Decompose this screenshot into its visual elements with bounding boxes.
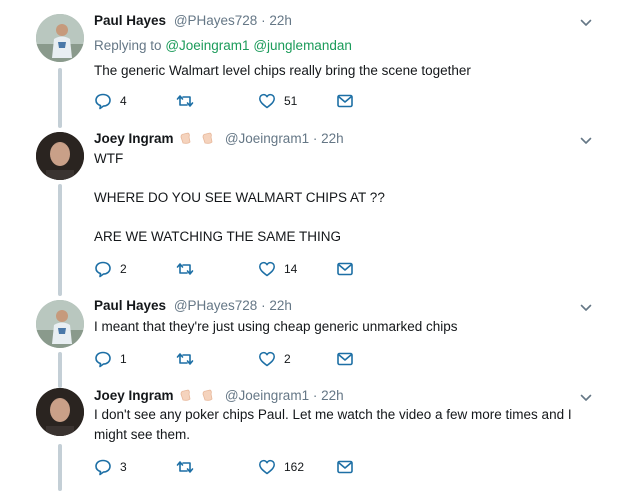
reply-icon xyxy=(95,351,111,368)
avatar[interactable] xyxy=(36,132,84,180)
author-handle[interactable]: @Joeingram1 xyxy=(225,388,309,403)
retweet-button[interactable] xyxy=(176,259,194,279)
author-handle[interactable]: @PHayes728 xyxy=(174,298,258,313)
tweet-text: WTF WHERE DO YOU SEE WALMART CHIPS AT ??… xyxy=(94,149,594,247)
envelope-icon xyxy=(337,94,353,108)
heart-icon xyxy=(259,459,275,475)
author-name[interactable]: Paul Hayes xyxy=(94,13,166,28)
chevron-down-icon[interactable] xyxy=(580,135,592,147)
retweet-icon xyxy=(176,353,194,365)
reply-count: 2 xyxy=(120,262,127,276)
separator-dot: · xyxy=(312,388,318,403)
envelope-icon xyxy=(337,352,353,366)
direct-message-button[interactable] xyxy=(336,457,354,477)
avatar[interactable] xyxy=(36,14,84,62)
tweet-actions: 3 162 xyxy=(94,457,374,477)
reply-count: 4 xyxy=(120,94,127,108)
reply-icon xyxy=(95,261,111,278)
retweet-button[interactable] xyxy=(176,91,194,111)
heart-icon xyxy=(259,261,275,277)
like-count: 14 xyxy=(284,262,298,276)
like-count: 2 xyxy=(284,352,291,366)
retweet-icon xyxy=(176,263,194,275)
like-button[interactable]: 2 xyxy=(258,349,291,369)
reply-button[interactable]: 2 xyxy=(94,259,127,279)
reply-icon xyxy=(95,93,111,110)
direct-message-button[interactable] xyxy=(336,349,354,369)
clapping-hands-emoji xyxy=(180,132,191,144)
tweet-text-line: WHERE DO YOU SEE WALMART CHIPS AT ?? xyxy=(94,190,385,205)
replying-prefix: Replying to xyxy=(94,38,162,53)
tweet-text-line xyxy=(94,208,594,228)
like-button[interactable]: 14 xyxy=(258,259,297,279)
retweet-button[interactable] xyxy=(176,457,194,477)
like-button[interactable]: 162 xyxy=(258,457,304,477)
tweet-text-line: WTF xyxy=(94,151,124,166)
avatar[interactable] xyxy=(36,388,84,436)
reply-icon xyxy=(95,459,111,476)
reply-button[interactable]: 4 xyxy=(94,91,127,111)
retweet-button[interactable] xyxy=(176,349,194,369)
heart-icon xyxy=(259,351,275,367)
tweet-text: I meant that they're just using cheap ge… xyxy=(94,317,594,337)
tweet[interactable]: Joey Ingram @Joeingram1 · 22h I don't se… xyxy=(0,382,634,491)
author-name[interactable]: Joey Ingram xyxy=(94,388,174,403)
envelope-icon xyxy=(337,460,353,474)
reply-button[interactable]: 3 xyxy=(94,457,127,477)
tweet-actions: 1 2 xyxy=(94,349,374,369)
chevron-down-icon[interactable] xyxy=(580,17,592,29)
separator-dot: · xyxy=(261,13,266,28)
tweet[interactable]: Paul Hayes @PHayes728 · 22h Replying to … xyxy=(0,0,634,122)
tweet-actions: 4 51 xyxy=(94,91,374,111)
timestamp[interactable]: 22h xyxy=(269,298,292,313)
like-count: 162 xyxy=(284,460,305,474)
tweet-text-line: ARE WE WATCHING THE SAME THING xyxy=(94,229,342,244)
author-handle[interactable]: @Joeingram1 xyxy=(225,131,309,146)
tweet-actions: 2 14 xyxy=(94,259,374,279)
tweet-text: The generic Walmart level chips really b… xyxy=(94,61,594,81)
tweet-text-line: I meant that they're just using cheap ge… xyxy=(94,319,458,334)
author-handle[interactable]: @PHayes728 xyxy=(174,13,258,28)
tweet-text-line: might see them. xyxy=(94,426,191,442)
reply-button[interactable]: 1 xyxy=(94,349,127,369)
chevron-down-icon[interactable] xyxy=(580,302,592,314)
tweet[interactable]: Paul Hayes @PHayes728 · 22h I meant that… xyxy=(0,292,634,382)
clapping-hands-emoji xyxy=(180,389,191,401)
mention-link[interactable]: @junglemandan xyxy=(253,38,352,53)
direct-message-button[interactable] xyxy=(336,91,354,111)
timestamp[interactable]: 22h xyxy=(269,13,292,28)
separator-dot: · xyxy=(312,131,318,146)
like-button[interactable]: 51 xyxy=(258,91,297,111)
tweet-text-line: The generic Walmart level chips really b… xyxy=(94,63,471,78)
heart-icon xyxy=(259,93,275,109)
clapping-hands-emoji xyxy=(202,389,213,401)
replying-to: Replying to @Joeingram1 @junglemandan xyxy=(94,38,352,53)
tweet[interactable]: Joey Ingram @Joeingram1 · 22h WTF WHERE … xyxy=(0,122,634,292)
timestamp[interactable]: 22h xyxy=(321,131,344,146)
tweet-text: I don't see any poker chips Paul. Let me… xyxy=(94,405,594,444)
author-name[interactable]: Joey Ingram xyxy=(94,131,174,146)
retweet-icon xyxy=(176,461,194,473)
reply-count: 3 xyxy=(120,460,127,474)
clapping-hands-emoji xyxy=(202,132,213,144)
author-name[interactable]: Paul Hayes xyxy=(94,298,166,313)
envelope-icon xyxy=(337,262,353,276)
mention-link[interactable]: @Joeingram1 xyxy=(165,38,249,53)
retweet-icon xyxy=(176,95,194,107)
tweet-text-line: I don't see any poker chips Paul. Let me… xyxy=(94,407,572,422)
like-count: 51 xyxy=(284,94,298,108)
reply-count: 1 xyxy=(120,352,127,366)
avatar[interactable] xyxy=(36,300,84,348)
chevron-down-icon[interactable] xyxy=(580,392,592,404)
timestamp[interactable]: 22h xyxy=(321,388,344,403)
tweet-text-line xyxy=(94,169,594,189)
direct-message-button[interactable] xyxy=(336,259,354,279)
separator-dot: · xyxy=(261,298,266,313)
